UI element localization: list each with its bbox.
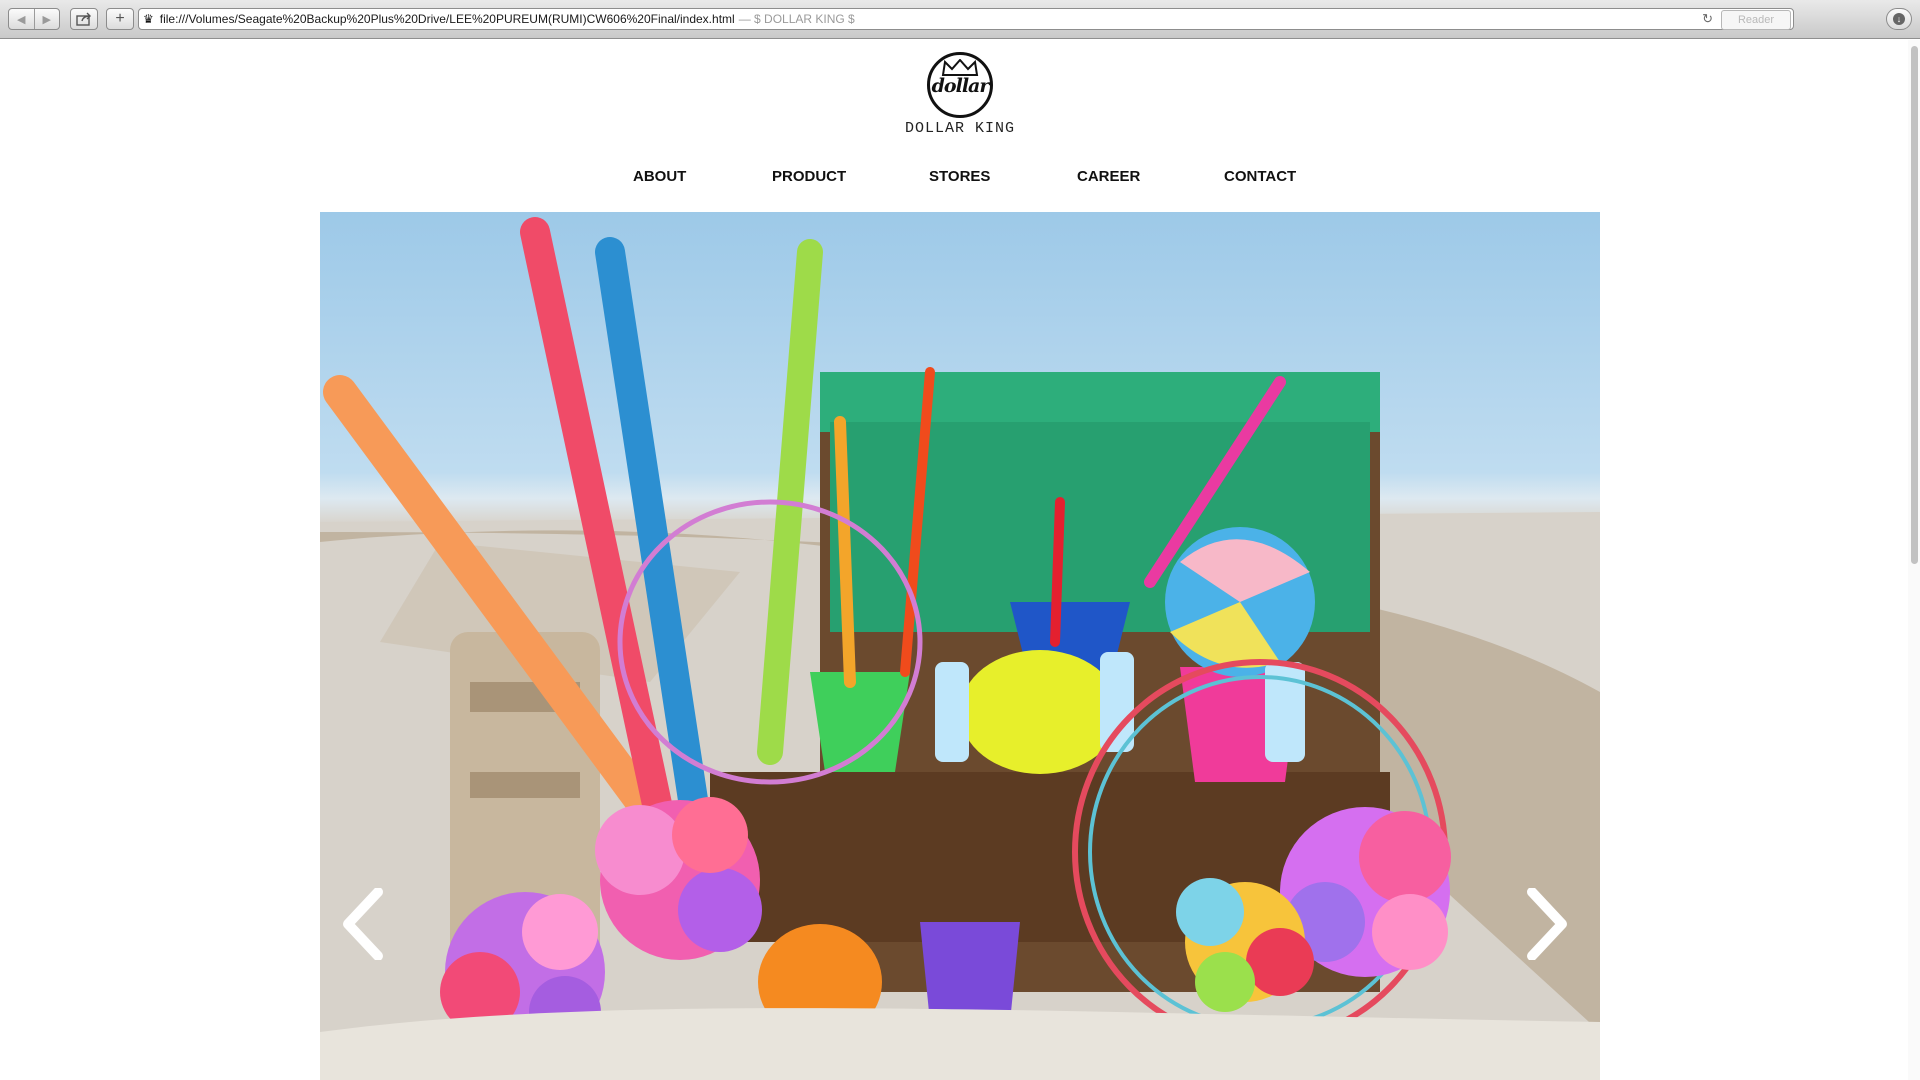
- favicon-crown-icon: ♛: [143, 12, 154, 26]
- address-bar[interactable]: ♛ file:///Volumes/Seagate%20Backup%20Plu…: [138, 8, 1794, 30]
- reload-icon[interactable]: ↻: [1702, 11, 1713, 27]
- logo-wordmark: DOLLAR KING: [904, 120, 1016, 137]
- main-nav: ABOUT PRODUCT STORES CAREER CONTACT: [0, 168, 1920, 188]
- download-icon: ↓: [1893, 13, 1905, 25]
- slider-next-chevron-right-icon[interactable]: [1520, 888, 1572, 960]
- site-logo[interactable]: dollar DOLLAR KING: [900, 52, 1020, 138]
- browser-toolbar: ◀ ▶ + ♛ file:///Volumes/Seagate%20Backup…: [0, 0, 1920, 39]
- forward-icon[interactable]: ▶: [35, 13, 60, 26]
- hero-image: [320, 217, 1600, 1080]
- nav-item-product[interactable]: PRODUCT: [772, 168, 846, 185]
- reader-button[interactable]: Reader: [1721, 10, 1791, 30]
- scrollbar-thumb[interactable]: [1911, 46, 1918, 564]
- share-icon: [76, 12, 91, 26]
- downloads-button[interactable]: ↓: [1886, 8, 1912, 30]
- page-scrollbar[interactable]: [1908, 40, 1920, 1080]
- nav-item-contact[interactable]: CONTACT: [1224, 168, 1296, 185]
- nav-item-about[interactable]: ABOUT: [633, 168, 686, 185]
- plus-icon: +: [115, 10, 125, 27]
- hero-slider: [320, 212, 1600, 1080]
- nav-item-stores[interactable]: STORES: [929, 168, 990, 185]
- new-tab-button[interactable]: +: [106, 8, 134, 30]
- back-icon[interactable]: ◀: [9, 13, 34, 26]
- url-text: file:///Volumes/Seagate%20Backup%20Plus%…: [159, 12, 735, 26]
- slider-prev-chevron-left-icon[interactable]: [338, 888, 390, 960]
- nav-item-career[interactable]: CAREER: [1077, 168, 1140, 185]
- logo-script-text: dollar: [931, 75, 990, 97]
- logo-emblem: dollar: [927, 52, 993, 118]
- share-button[interactable]: [70, 8, 98, 30]
- back-forward-buttons[interactable]: ◀ ▶: [8, 8, 60, 30]
- page-title-suffix: — $ DOLLAR KING $: [738, 12, 855, 26]
